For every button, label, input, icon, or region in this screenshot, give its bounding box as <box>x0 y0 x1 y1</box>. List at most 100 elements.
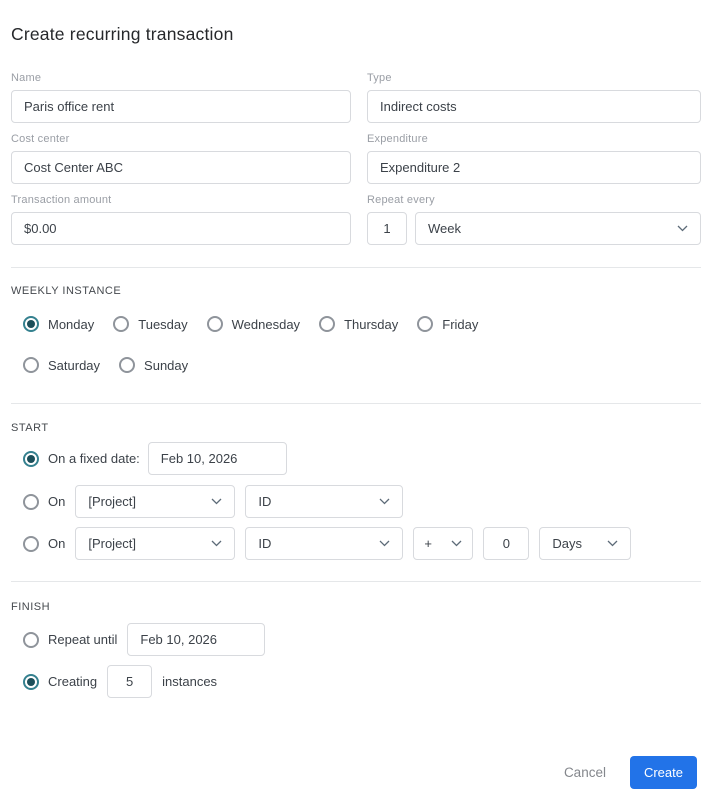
name-label: Name <box>11 72 42 84</box>
expenditure-label: Expenditure <box>367 133 428 145</box>
radio-label: Repeat until <box>48 632 118 647</box>
create-recurring-transaction-dialog: Create recurring transaction Name Type C… <box>0 0 715 789</box>
finish-repeat-until-date-input[interactable] <box>127 623 266 656</box>
radio-label: Creating <box>48 674 98 689</box>
start-offset-unit-select[interactable]: Days <box>539 527 632 560</box>
weekday-row-1: Monday Tuesday Wednesday Thursday Friday <box>11 316 701 332</box>
instances-label: instances <box>162 674 218 689</box>
radio-label: On <box>48 494 66 509</box>
transaction-amount-input[interactable] <box>11 212 351 245</box>
start-project-value: [Project] <box>88 494 137 509</box>
radio-icon <box>23 631 39 648</box>
repeat-unit-select[interactable]: Week <box>415 212 701 245</box>
radio-day-friday[interactable]: Friday <box>417 316 478 332</box>
start-offset-operator-select[interactable]: + <box>413 527 474 560</box>
radio-icon <box>119 357 136 373</box>
start-offset-reference-select[interactable]: ID <box>245 527 404 560</box>
radio-day-saturday[interactable]: Saturday <box>23 357 100 373</box>
radio-finish-repeat-until[interactable]: Repeat until <box>23 631 118 648</box>
radio-day-label: Thursday <box>344 316 399 332</box>
start-offset-project-select[interactable]: [Project] <box>75 527 236 560</box>
transaction-amount-label: Transaction amount <box>11 194 112 206</box>
weekly-instance-heading: WEEKLY INSTANCE <box>11 285 122 297</box>
dialog-title: Create recurring transaction <box>11 24 234 44</box>
type-field-group: Type <box>367 72 701 123</box>
divider <box>11 581 701 582</box>
start-reference-select[interactable]: ID <box>245 485 404 518</box>
transaction-amount-field-group: Transaction amount <box>11 194 351 245</box>
repeat-unit-value: Week <box>428 221 461 236</box>
radio-finish-creating[interactable]: Creating <box>23 673 98 690</box>
cancel-button[interactable]: Cancel <box>564 765 606 780</box>
radio-icon <box>23 450 39 467</box>
create-button[interactable]: Create <box>629 756 697 789</box>
start-fixed-date-row: On a fixed date: <box>11 442 701 475</box>
start-on-project-offset-row: On [Project] ID + Days <box>11 527 701 560</box>
expenditure-input[interactable] <box>367 151 701 184</box>
finish-heading: FINISH <box>11 601 51 613</box>
chevron-down-icon <box>211 498 222 505</box>
chevron-down-icon <box>379 540 390 547</box>
name-input[interactable] <box>11 90 351 123</box>
start-fixed-date-input[interactable] <box>147 442 287 475</box>
radio-start-fixed-date[interactable]: On a fixed date: <box>23 450 140 467</box>
radio-icon <box>23 535 39 552</box>
repeat-interval-input[interactable] <box>367 212 407 245</box>
expenditure-field-group: Expenditure <box>367 133 701 184</box>
form-grid: Name Type Cost center Expenditure Transa… <box>11 72 701 245</box>
radio-label: On <box>48 536 66 551</box>
weekday-row-2: Saturday Sunday <box>11 357 701 373</box>
radio-day-monday[interactable]: Monday <box>23 316 94 332</box>
cost-center-input[interactable] <box>11 151 351 184</box>
chevron-down-icon <box>211 540 222 547</box>
finish-repeat-until-row: Repeat until <box>11 623 701 656</box>
radio-day-label: Friday <box>442 316 479 332</box>
radio-start-on-project-offset[interactable]: On <box>23 535 66 552</box>
start-project-select[interactable]: [Project] <box>75 485 236 518</box>
radio-day-label: Sunday <box>144 357 189 373</box>
chevron-down-icon <box>607 540 618 547</box>
chevron-down-icon <box>451 540 462 547</box>
repeat-every-controls: Week <box>367 212 701 245</box>
radio-label: On a fixed date: <box>48 451 140 466</box>
start-heading: START <box>11 422 49 434</box>
chevron-down-icon <box>677 225 688 232</box>
radio-icon <box>206 316 223 332</box>
start-offset-reference-value: ID <box>258 536 272 551</box>
start-offset-project-value: [Project] <box>88 536 137 551</box>
start-offset-unit-value: Days <box>552 536 582 551</box>
divider <box>11 267 701 268</box>
radio-day-label: Saturday <box>48 357 101 373</box>
radio-icon <box>23 357 39 373</box>
chevron-down-icon <box>379 498 390 505</box>
finish-creating-row: Creating instances <box>11 665 701 698</box>
type-input[interactable] <box>367 90 701 123</box>
cost-center-field-group: Cost center <box>11 133 351 184</box>
finish-creating-count-input[interactable] <box>107 665 153 698</box>
radio-day-wednesday[interactable]: Wednesday <box>206 316 301 332</box>
divider <box>11 403 701 404</box>
radio-icon <box>23 316 39 332</box>
repeat-every-label: Repeat every <box>367 194 435 206</box>
radio-icon <box>319 316 336 332</box>
radio-day-sunday[interactable]: Sunday <box>119 357 188 373</box>
radio-day-label: Monday <box>48 316 95 332</box>
radio-icon <box>23 673 39 690</box>
radio-day-tuesday[interactable]: Tuesday <box>113 316 188 332</box>
start-reference-value: ID <box>258 494 272 509</box>
radio-day-thursday[interactable]: Thursday <box>319 316 398 332</box>
radio-icon <box>417 316 434 332</box>
repeat-every-field-group: Repeat every Week <box>367 194 701 245</box>
type-label: Type <box>367 72 392 84</box>
radio-day-label: Tuesday <box>138 316 188 332</box>
radio-icon <box>113 316 130 332</box>
start-on-project-row: On [Project] ID <box>11 485 701 518</box>
name-field-group: Name <box>11 72 351 123</box>
dialog-footer: Cancel Create <box>11 756 701 789</box>
start-offset-operator-value: + <box>424 536 432 551</box>
cost-center-label: Cost center <box>11 133 70 145</box>
start-offset-amount-input[interactable] <box>483 527 530 560</box>
radio-start-on-project[interactable]: On <box>23 493 66 510</box>
radio-icon <box>23 493 39 510</box>
radio-day-label: Wednesday <box>231 316 301 332</box>
